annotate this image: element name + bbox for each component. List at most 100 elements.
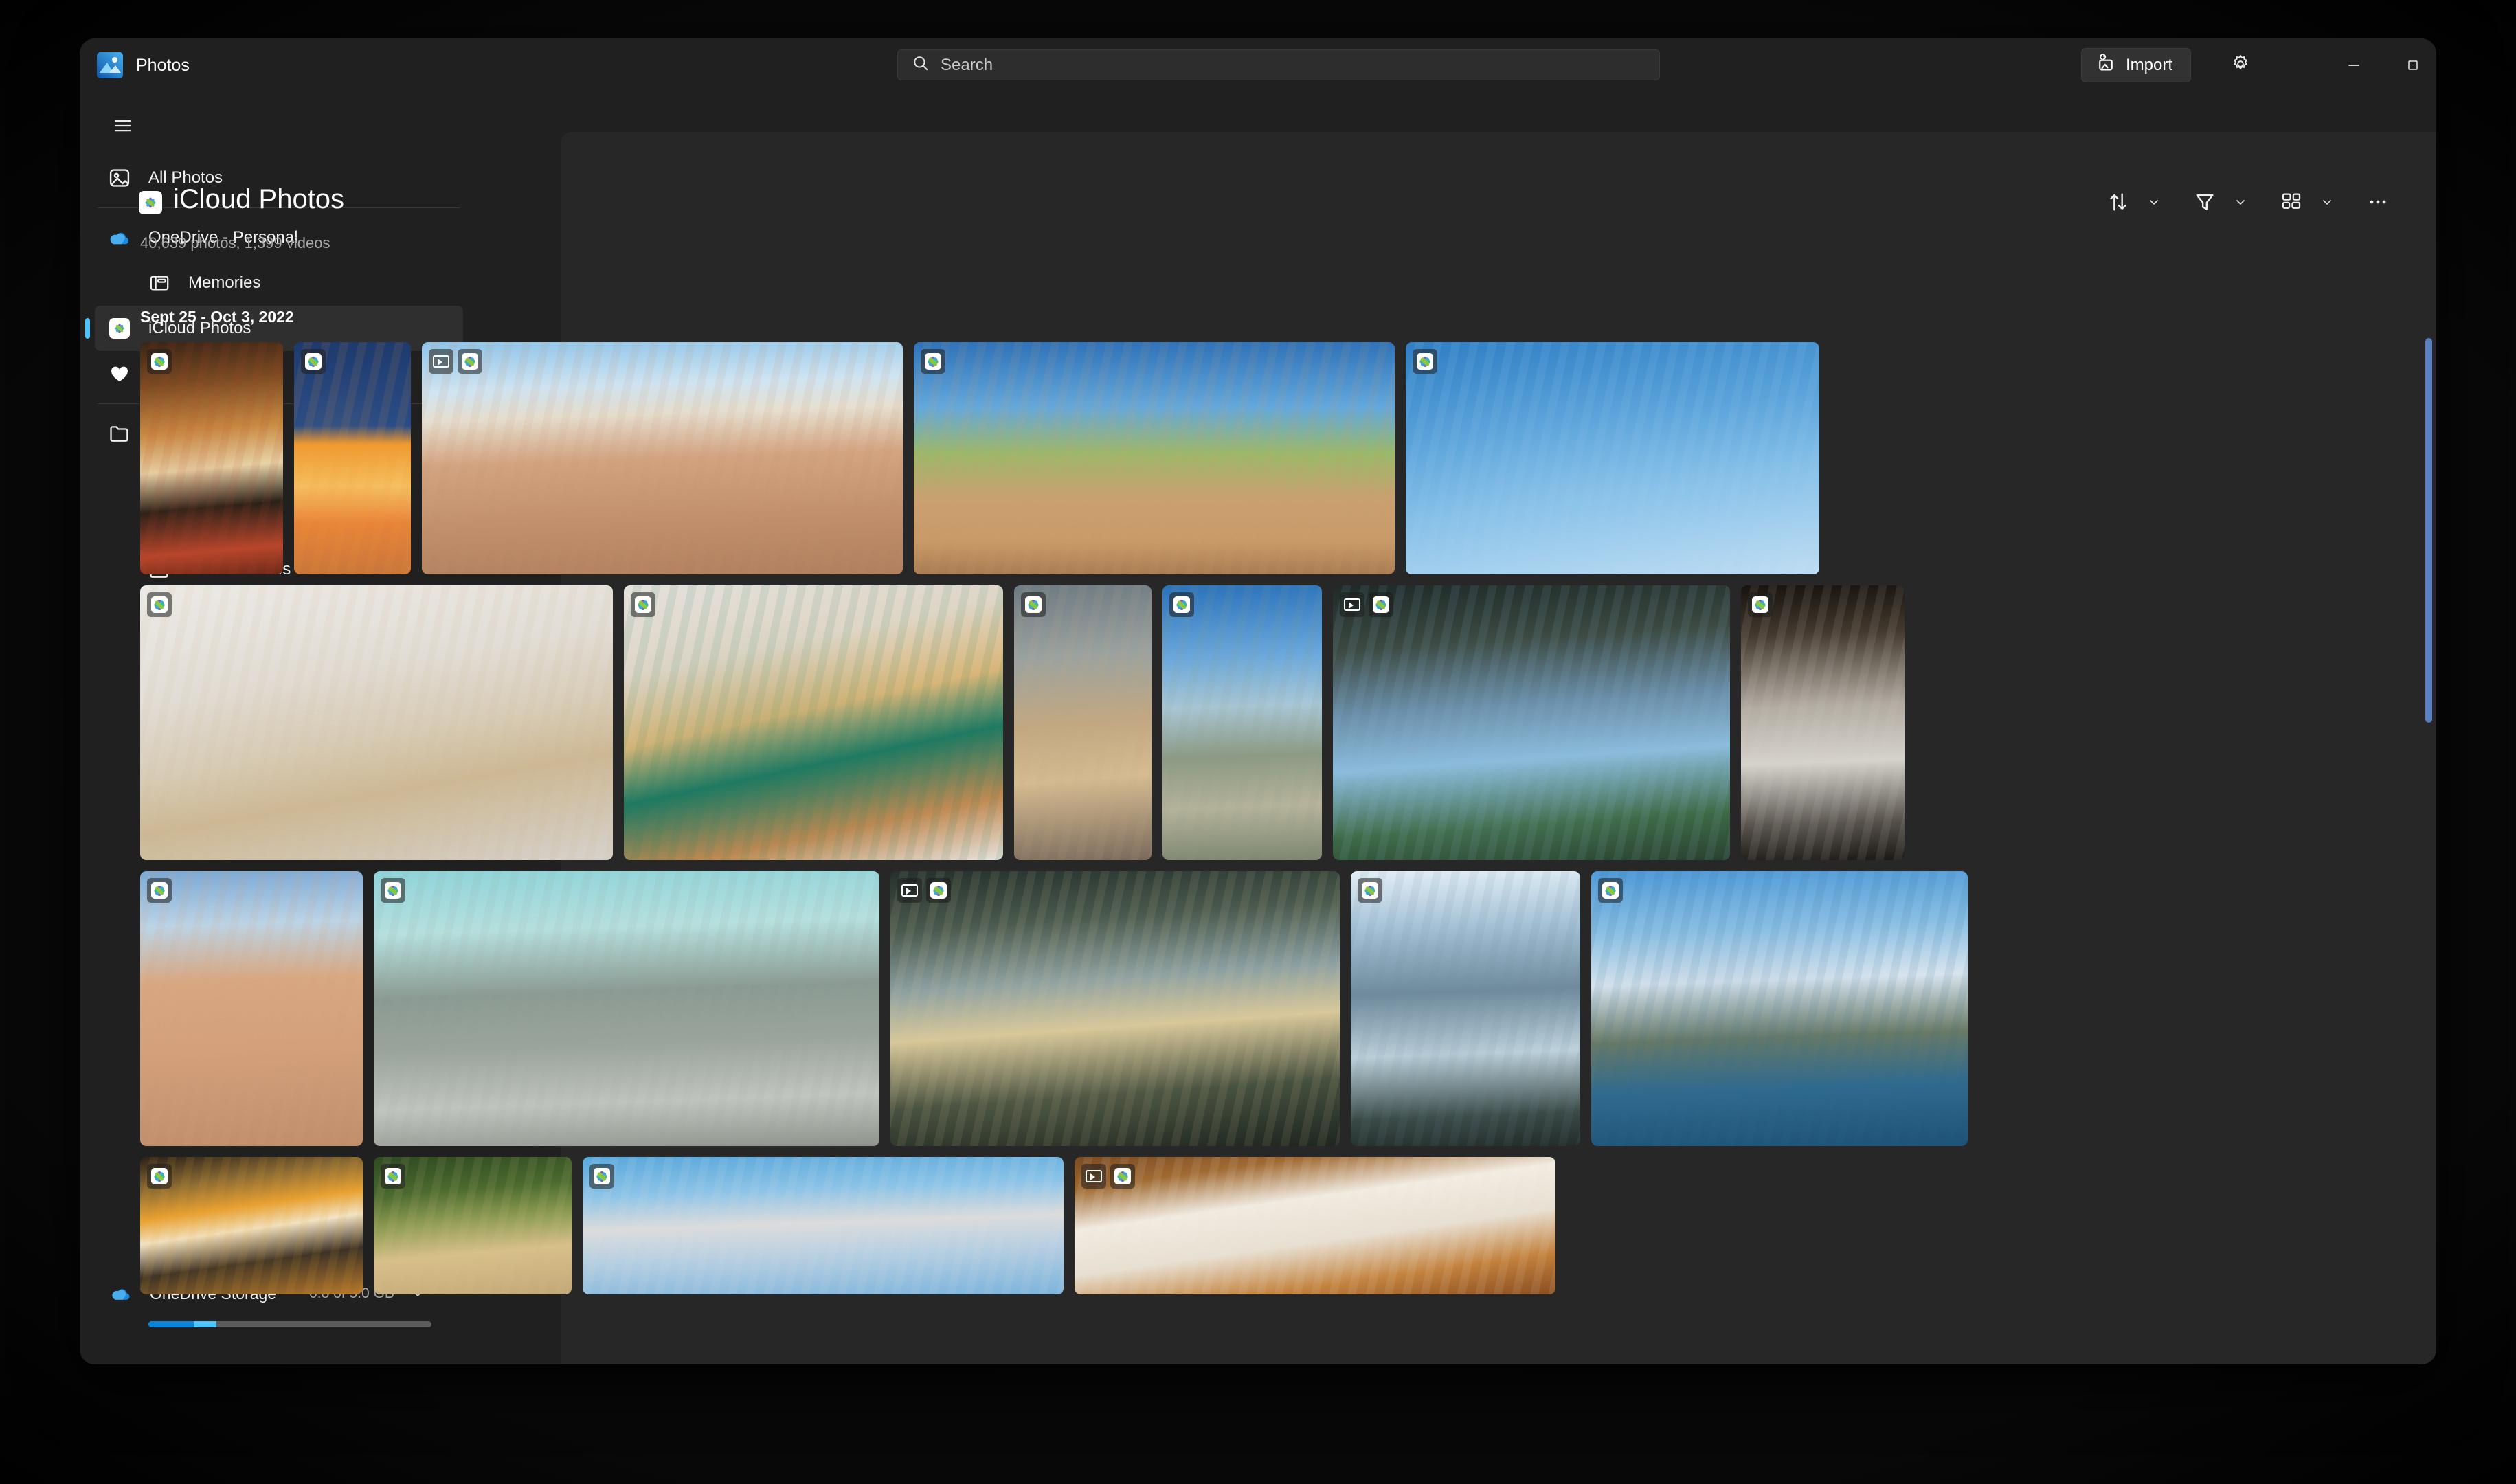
layout-button[interactable] <box>2271 184 2311 220</box>
icloud-badge-icon <box>381 878 405 903</box>
photo-thumbnail[interactable] <box>140 342 283 574</box>
photo-image <box>914 342 1395 574</box>
icloud-badge-icon <box>147 1164 172 1189</box>
onedrive-cloud-icon <box>104 223 135 253</box>
icloud-badge-icon <box>458 349 482 374</box>
icloud-photos-icon <box>139 191 162 214</box>
settings-button[interactable] <box>2225 50 2256 80</box>
photo-thumbnail[interactable] <box>890 871 1340 1146</box>
storage-progress-bar <box>148 1321 431 1327</box>
icloud-badge-icon <box>1369 592 1393 617</box>
filter-dropdown-chevron[interactable] <box>2225 184 2256 220</box>
photo-image <box>140 1157 363 1294</box>
icloud-badge-icon <box>147 349 172 374</box>
photo-image <box>1333 585 1730 860</box>
photo-image <box>890 871 1340 1146</box>
icloud-badge-icon <box>1598 878 1623 903</box>
heart-icon <box>104 359 135 389</box>
photo-thumbnail[interactable] <box>624 585 1003 860</box>
photo-image <box>583 1157 1064 1294</box>
photo-thumbnail[interactable] <box>914 342 1395 574</box>
folder-icon <box>104 418 135 449</box>
photo-grid-row <box>140 342 1920 574</box>
hamburger-icon[interactable] <box>104 107 142 144</box>
photo-grid <box>140 342 1968 1305</box>
photo-thumbnail[interactable] <box>1075 1157 1555 1294</box>
sort-dropdown-chevron[interactable] <box>2138 184 2170 220</box>
title-bar: Photos Import <box>80 38 2436 92</box>
photo-thumbnail[interactable] <box>1014 585 1152 860</box>
thumbnail-badges <box>1598 878 1623 903</box>
video-badge-icon <box>1340 592 1364 617</box>
storage-used-segment <box>148 1321 194 1327</box>
library-toolbar <box>2098 184 2398 220</box>
photo-thumbnail[interactable] <box>1333 585 1730 860</box>
thumbnail-badges <box>1748 592 1773 617</box>
icloud-badge-icon <box>147 878 172 903</box>
photo-image <box>624 585 1003 860</box>
icloud-badge-icon <box>631 592 655 617</box>
thumbnail-badges <box>147 1164 172 1189</box>
photo-thumbnail[interactable] <box>140 585 613 860</box>
video-badge-icon <box>1081 1164 1106 1189</box>
icloud-badge-icon <box>589 1164 614 1189</box>
photo-image <box>1075 1157 1555 1294</box>
onedrive-cloud-icon <box>106 1279 136 1309</box>
import-photo-icon <box>2096 53 2116 78</box>
search-box[interactable] <box>897 49 1660 80</box>
photo-image <box>294 342 411 574</box>
thumbnail-badges <box>381 1164 405 1189</box>
photo-image <box>140 585 613 860</box>
icloud-badge-icon <box>147 592 172 617</box>
minimize-button[interactable] <box>2324 38 2383 92</box>
more-button[interactable] <box>2358 184 2398 220</box>
maximize-button[interactable] <box>2383 38 2436 92</box>
photo-image <box>140 342 283 574</box>
photo-thumbnail[interactable] <box>422 342 903 574</box>
photos-app-window: Photos Import <box>80 38 2436 1364</box>
page-title: iCloud Photos <box>173 184 345 214</box>
photo-thumbnail[interactable] <box>140 871 363 1146</box>
app-title: Photos <box>136 56 190 75</box>
search-input[interactable] <box>930 55 1659 75</box>
thumbnail-badges <box>147 592 172 617</box>
icloud-badge-icon <box>1021 592 1046 617</box>
photo-thumbnail[interactable] <box>374 1157 572 1294</box>
photo-grid-row <box>140 1157 1920 1294</box>
photo-image <box>1406 342 1819 574</box>
vertical-scrollbar[interactable] <box>2425 338 2432 723</box>
photo-thumbnail[interactable] <box>1406 342 1819 574</box>
thumbnail-badges <box>897 878 951 903</box>
import-button[interactable]: Import <box>2081 48 2192 82</box>
photo-thumbnail[interactable] <box>374 871 879 1146</box>
gear-icon <box>2230 54 2251 78</box>
filter-button[interactable] <box>2185 184 2225 220</box>
thumbnail-badges <box>1081 1164 1135 1189</box>
sort-button[interactable] <box>2098 184 2138 220</box>
photo-thumbnail[interactable] <box>1591 871 1968 1146</box>
photo-image <box>1351 871 1580 1146</box>
photo-thumbnail[interactable] <box>140 1157 363 1294</box>
icloud-badge-icon <box>301 349 326 374</box>
photo-thumbnail[interactable] <box>294 342 411 574</box>
photo-thumbnail[interactable] <box>1351 871 1580 1146</box>
icloud-badge-icon <box>1413 349 1437 374</box>
thumbnail-badges <box>1169 592 1194 617</box>
photos-app-icon <box>97 52 123 78</box>
icloud-badge-icon <box>1748 592 1773 617</box>
photo-thumbnail[interactable] <box>1162 585 1322 860</box>
photo-thumbnail[interactable] <box>583 1157 1064 1294</box>
memories-icon <box>144 268 175 298</box>
photo-thumbnail[interactable] <box>1741 585 1905 860</box>
photo-image <box>1741 585 1905 860</box>
date-group-header: Sept 25 - Oct 3, 2022 <box>140 308 294 326</box>
photo-image <box>1591 871 1968 1146</box>
icloud-badge-icon <box>1169 592 1194 617</box>
sidebar-item-memories[interactable]: Memories <box>135 260 463 306</box>
icloud-badge-icon <box>381 1164 405 1189</box>
icloud-badge-icon <box>921 349 945 374</box>
photo-grid-row <box>140 585 1920 860</box>
photo-grid-row <box>140 871 1968 1146</box>
thumbnail-badges <box>1021 592 1046 617</box>
layout-dropdown-chevron[interactable] <box>2311 184 2343 220</box>
